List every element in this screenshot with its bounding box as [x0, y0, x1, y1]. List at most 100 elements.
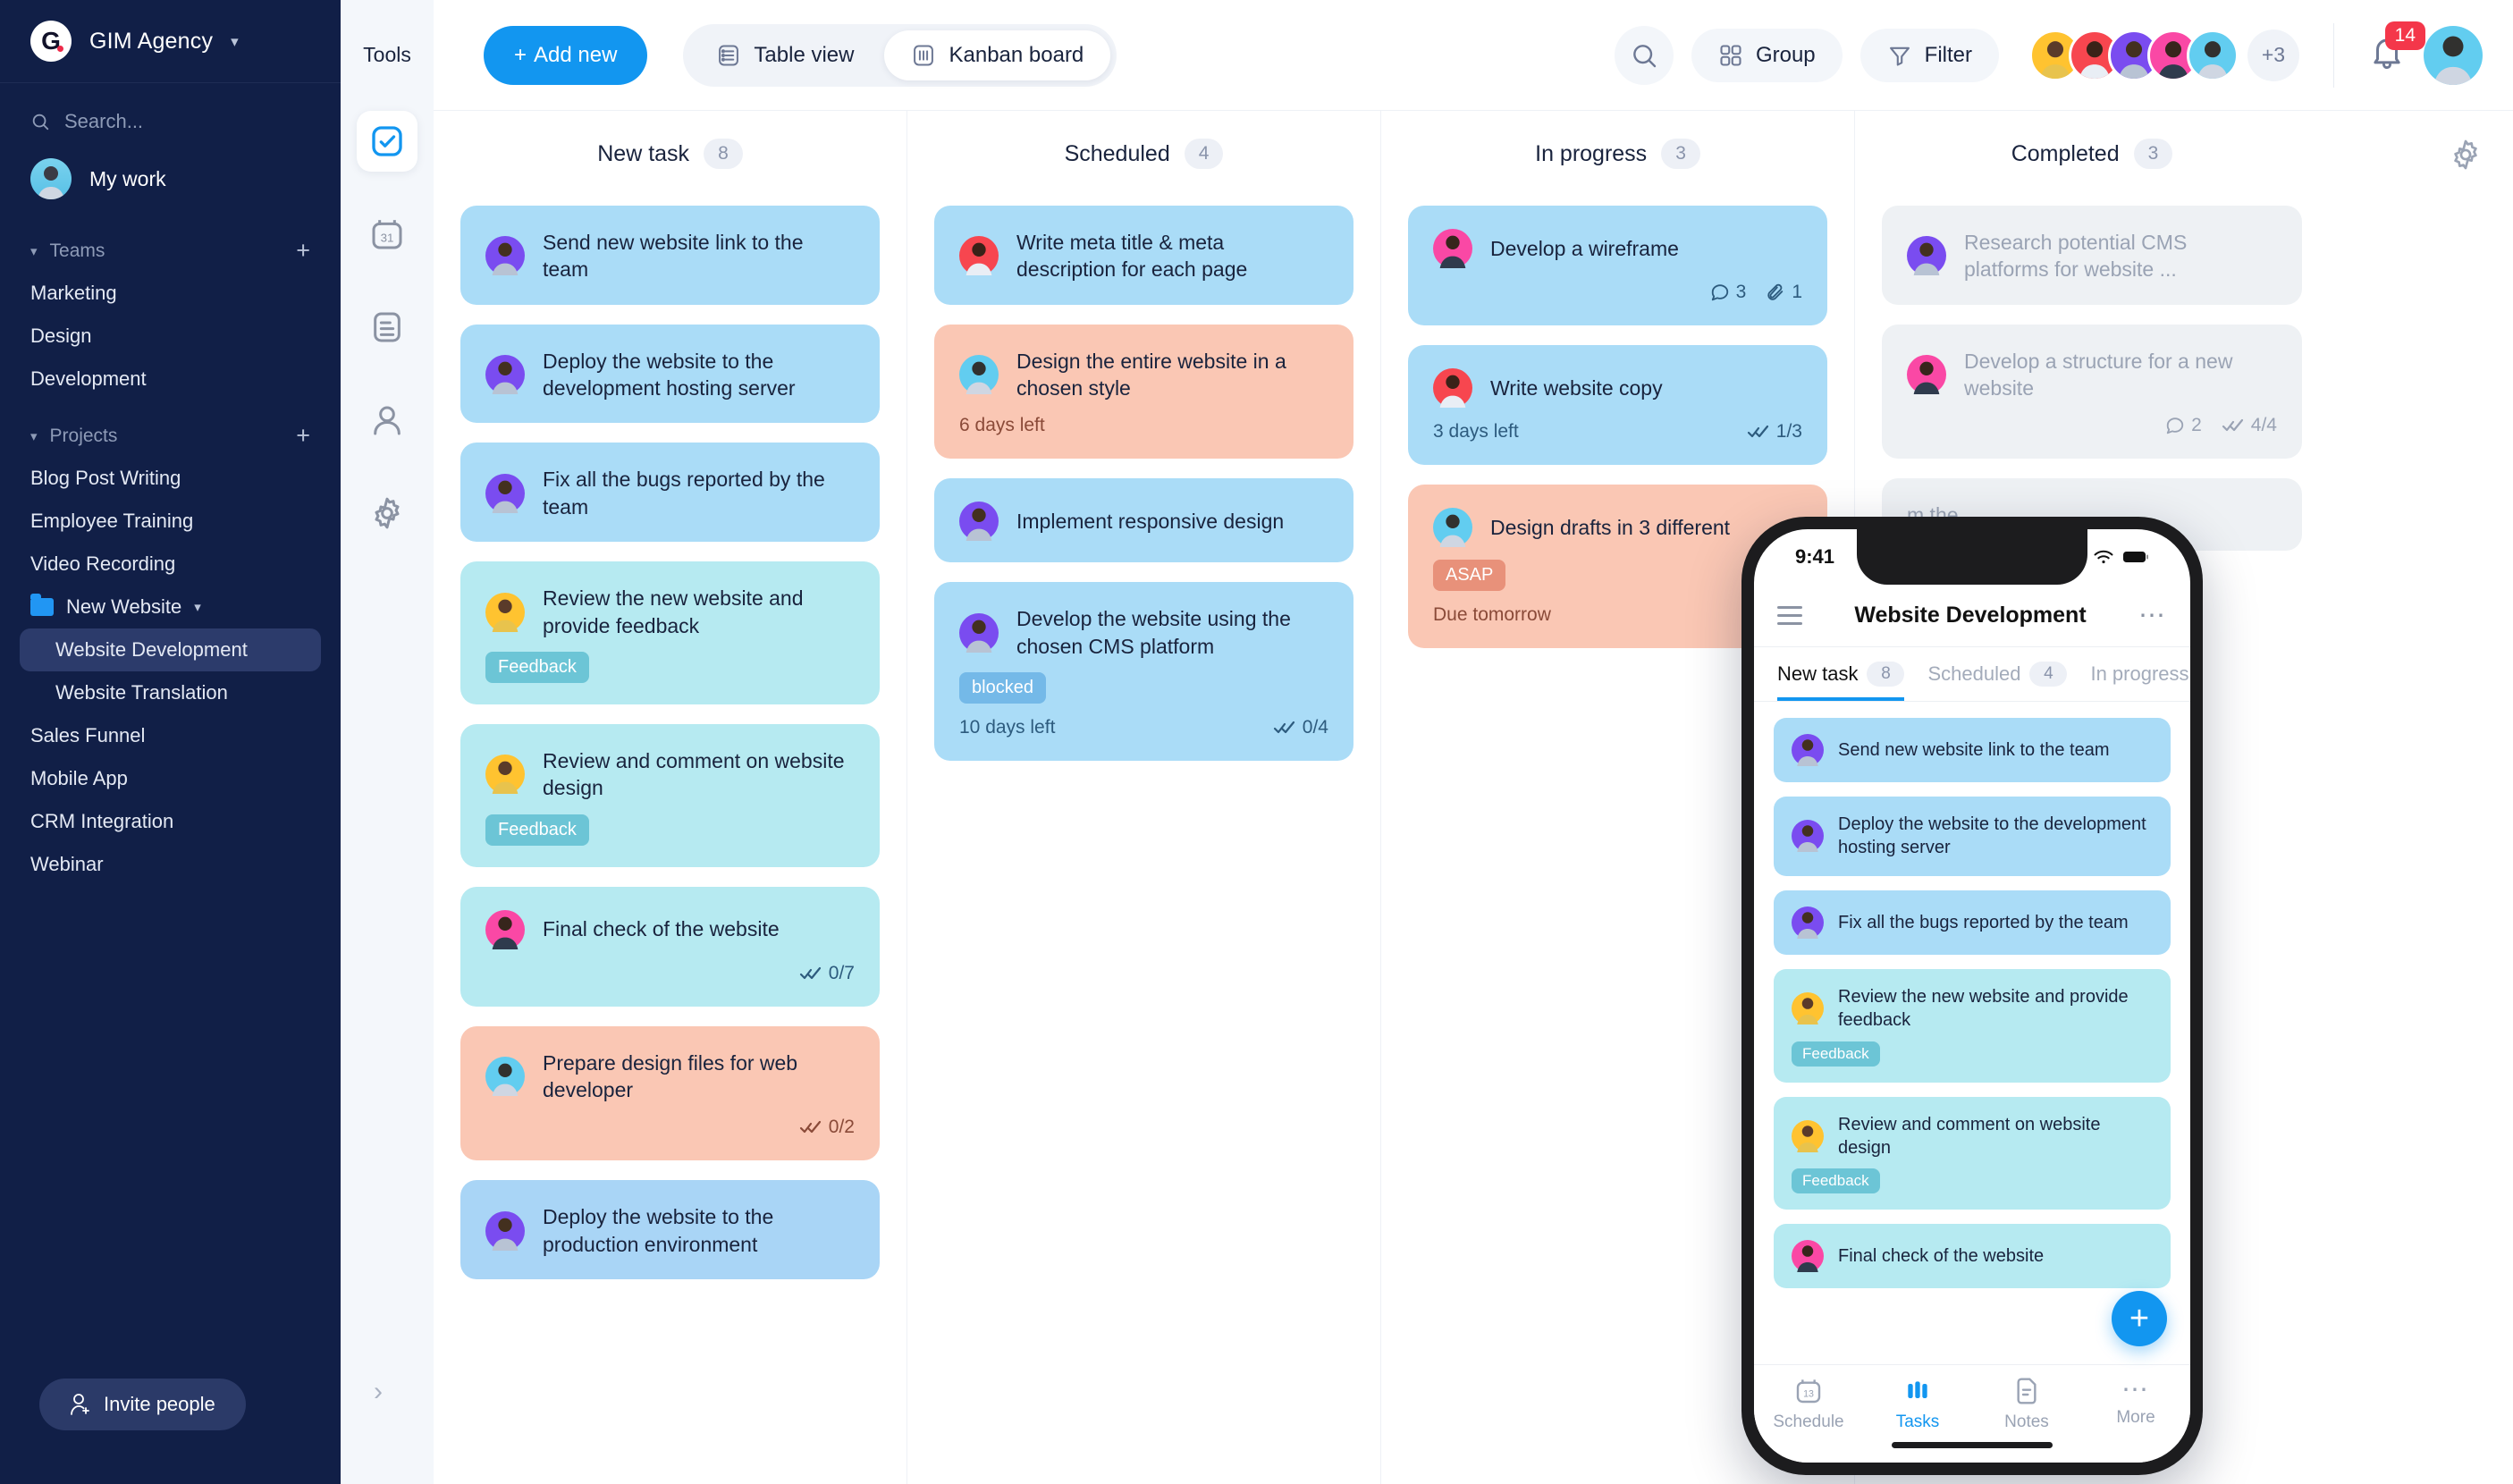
member-avatars[interactable]: +3: [2029, 29, 2299, 81]
task-card[interactable]: Prepare design files for web developer 0/…: [460, 1025, 880, 1161]
task-title: Fix all the bugs reported by the team: [1838, 912, 2129, 932]
task-card[interactable]: Design the entire website in a chosen st…: [934, 324, 1353, 460]
task-card[interactable]: Final check of the website: [1774, 1224, 2171, 1289]
phone-nav-label: More: [2116, 1407, 2155, 1427]
projects-section-header[interactable]: ▾ Projects +: [0, 401, 341, 457]
sidebar-item-my-work[interactable]: My work: [0, 142, 341, 215]
phone-nav-tasks[interactable]: Tasks: [1863, 1365, 1972, 1443]
avatar: [485, 1056, 525, 1096]
task-title: Develop a structure for a new website: [1964, 349, 2233, 401]
column-count: 3: [2133, 139, 2173, 169]
status-time: 9:41: [1795, 545, 1835, 568]
task-card[interactable]: Deploy the website to the development ho…: [1774, 797, 2171, 876]
notifications-button[interactable]: 14: [2368, 21, 2425, 76]
task-card-main: Prepare design files for web developer: [485, 1050, 855, 1104]
tool-notes[interactable]: [357, 297, 417, 358]
task-card[interactable]: Final check of the website 0/7: [460, 886, 880, 1007]
sidebar-collapse-button[interactable]: ›: [358, 1371, 399, 1412]
task-card-main: Deploy the website to the development ho…: [485, 348, 855, 402]
sidebar-item-sales-funnel[interactable]: Sales Funnel: [0, 714, 341, 757]
add-team-button[interactable]: +: [296, 239, 310, 263]
filter-button[interactable]: Filter: [1859, 28, 1999, 82]
tab-kanban-board[interactable]: Kanban board: [884, 30, 1111, 80]
task-card[interactable]: Review and comment on website design Feed…: [1774, 1096, 2171, 1210]
group-button[interactable]: Group: [1691, 28, 1843, 82]
phone-nav-schedule[interactable]: 13 Schedule: [1754, 1365, 1863, 1443]
task-card-footer: 6 days left: [959, 414, 1328, 437]
task-card-main: Write meta title & meta description for …: [959, 229, 1328, 283]
task-card[interactable]: Deploy the website to the development ho…: [460, 324, 880, 424]
checklist-progress: 0/7: [799, 963, 855, 984]
task-title: Final check of the website: [1838, 1246, 2045, 1267]
column-header: Completed 3: [1882, 111, 2302, 197]
people-icon: [374, 406, 401, 435]
task-title: Develop the website using the chosen CMS…: [1016, 607, 1291, 658]
sidebar-item-mobile-app[interactable]: Mobile App: [0, 757, 341, 800]
add-task-fab[interactable]: +: [2112, 1291, 2167, 1346]
phone-nav-notes[interactable]: Notes: [1972, 1365, 2081, 1443]
tab-table-view[interactable]: Table view: [689, 30, 881, 80]
user-avatar[interactable]: [2424, 25, 2483, 85]
sidebar-item-marketing[interactable]: Marketing: [0, 272, 341, 315]
phone-tab[interactable]: Scheduled 4: [1927, 662, 2068, 701]
tool-tasks[interactable]: [357, 111, 417, 172]
more-icon[interactable]: ⋯: [2138, 602, 2167, 628]
sidebar-folder-new-website[interactable]: New Website ▾: [0, 586, 341, 628]
teams-section-header[interactable]: ▾ Teams +: [0, 215, 341, 272]
task-card[interactable]: Send new website link to the team: [1774, 718, 2171, 782]
task-card[interactable]: Develop a structure for a new website 2 4/…: [1882, 324, 2302, 460]
invite-section: Invite people: [0, 1379, 341, 1484]
sidebar-item-label: Sales Funnel: [30, 724, 146, 746]
workspace-switcher[interactable]: G GIM Agency ▾: [0, 0, 341, 83]
task-card[interactable]: Review and comment on website design Feed…: [460, 723, 880, 867]
task-card[interactable]: Review the new website and provide feedb…: [460, 561, 880, 704]
chevron-down-icon: ▾: [231, 32, 239, 50]
notification-badge: 14: [2384, 21, 2425, 51]
avatar-overflow-count[interactable]: +3: [2247, 29, 2299, 81]
task-card[interactable]: Write website copy 3 days left 1/3: [1408, 345, 1827, 465]
phone-tab[interactable]: New task 8: [1777, 662, 1905, 701]
task-card-main: Deploy the website to the production env…: [485, 1203, 855, 1258]
search-button[interactable]: [1614, 25, 1674, 85]
task-card[interactable]: Review the new website and provide feedb…: [1774, 968, 2171, 1083]
task-card[interactable]: Fix all the bugs reported by the team: [1774, 890, 2171, 955]
task-card-main: Develop a structure for a new website: [1907, 348, 2277, 402]
task-card[interactable]: Research potential CMS platforms for web…: [1882, 206, 2302, 305]
task-card[interactable]: Implement responsive design: [934, 478, 1353, 563]
sidebar-item-employee-training[interactable]: Employee Training: [0, 500, 341, 543]
hamburger-icon[interactable]: [1777, 606, 1802, 625]
invite-people-button[interactable]: Invite people: [39, 1379, 246, 1430]
sidebar-item-blog-post-writing[interactable]: Blog Post Writing: [0, 457, 341, 500]
tool-people[interactable]: [357, 390, 417, 451]
task-card-footer: 2 4/4: [1907, 414, 2277, 437]
board-settings-button[interactable]: [2449, 138, 2483, 176]
status-badge: blocked: [959, 672, 1046, 704]
search-input[interactable]: Search...: [0, 83, 341, 142]
task-title: Fix all the bugs reported by the team: [543, 468, 825, 519]
sidebar-item-website-development[interactable]: Website Development: [20, 628, 321, 671]
sidebar-item-video-recording[interactable]: Video Recording: [0, 543, 341, 586]
chevron-down-icon: ▾: [30, 428, 38, 444]
task-card[interactable]: Send new website link to the team: [460, 206, 880, 305]
sidebar-item-design[interactable]: Design: [0, 315, 341, 358]
task-title: Deploy the website to the production env…: [543, 1205, 774, 1256]
column-header: New task 8: [460, 111, 880, 197]
task-card[interactable]: Develop the website using the chosen CMS…: [934, 582, 1353, 762]
task-card-main: Write website copy: [1433, 368, 1802, 408]
sidebar-item-website-translation[interactable]: Website Translation: [0, 671, 341, 714]
tool-settings[interactable]: [357, 483, 417, 544]
task-card[interactable]: Fix all the bugs reported by the team: [460, 443, 880, 543]
tool-calendar[interactable]: 31: [357, 204, 417, 265]
task-card-main: Implement responsive design: [959, 502, 1328, 542]
task-card[interactable]: Write meta title & meta description for …: [934, 206, 1353, 305]
add-project-button[interactable]: +: [296, 424, 310, 448]
double-check-icon: [799, 1121, 821, 1134]
sidebar-item-webinar[interactable]: Webinar: [0, 843, 341, 886]
phone-tab[interactable]: In progress3: [2090, 662, 2190, 701]
sidebar-item-crm-integration[interactable]: CRM Integration: [0, 800, 341, 843]
phone-nav-more[interactable]: ⋯ More: [2081, 1365, 2190, 1443]
sidebar-item-development[interactable]: Development: [0, 358, 341, 401]
task-card[interactable]: Develop a wireframe 3 1: [1408, 206, 1827, 325]
add-new-button[interactable]: + Add new: [484, 25, 648, 85]
task-card[interactable]: Deploy the website to the production env…: [460, 1180, 880, 1280]
